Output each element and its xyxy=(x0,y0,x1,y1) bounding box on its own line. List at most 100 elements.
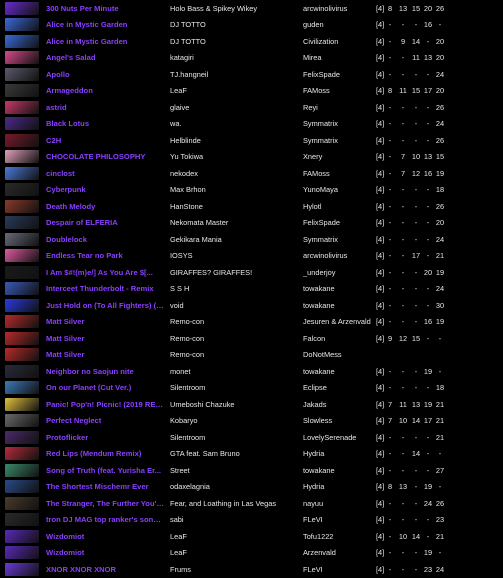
song-row[interactable]: 300 Nuts Per Minute Holo Bass & Spikey Wi… xyxy=(0,0,503,17)
song-thumbnail[interactable] xyxy=(5,331,39,345)
song-title[interactable]: 300 Nuts Per Minute xyxy=(46,4,164,13)
song-row[interactable]: XNOR XNOR XNOR Frums FLeVI [4] - - -23 24 xyxy=(0,561,503,578)
song-title[interactable]: Death Melody xyxy=(46,202,164,211)
song-thumbnail[interactable] xyxy=(5,282,39,295)
song-row[interactable]: Black Lotus wa. Symmatrix [4] - - - -24 xyxy=(0,116,503,133)
song-title[interactable]: Doublelock xyxy=(46,235,164,244)
song-title[interactable]: Red Lips (Mendum Remix) xyxy=(46,449,164,458)
song-title[interactable]: XNOR XNOR XNOR xyxy=(46,565,164,574)
song-row[interactable]: Endless Tear no Park IOSYS arcwinolivirus [… xyxy=(0,248,503,265)
song-row[interactable]: Panic! Pop'n! Picnic! (2019 REM... Umebos… xyxy=(0,396,503,413)
song-title[interactable]: On our Planet (Cut Ver.) xyxy=(46,383,164,392)
song-title[interactable]: Matt Silver xyxy=(46,334,164,343)
song-row[interactable]: Death Melody HanStone Hylotl [4] - - - -26 xyxy=(0,198,503,215)
song-row[interactable]: CHOCOLATE PHILOSOPHY Yu Tokiwa Xnery [4] -7 1… xyxy=(0,149,503,166)
song-title[interactable]: Apollo xyxy=(46,70,164,79)
song-row[interactable]: Matt Silver Remo-con Jesuren & Arzenvald [4… xyxy=(0,314,503,331)
song-thumbnail[interactable] xyxy=(5,348,39,361)
song-thumbnail[interactable] xyxy=(5,546,39,559)
song-title[interactable]: Wizdomiot xyxy=(46,532,164,541)
song-row[interactable]: Matt Silver Remo-con Falcon [4] 9 12 15- - xyxy=(0,330,503,347)
song-title[interactable]: Armageddon xyxy=(46,86,164,95)
song-title[interactable]: The Shortest Mischemr Ever xyxy=(46,482,164,491)
song-thumbnail[interactable] xyxy=(5,34,39,48)
song-row[interactable]: Perfect Neglect Kobaryo Slowless [4] 7 10 14 17… xyxy=(0,413,503,430)
song-row[interactable]: Alice in Mystic Garden DJ TOTTO guden [4] - -… xyxy=(0,17,503,34)
song-row[interactable]: Neighbor no Saojun nite monet towakane [4] -… xyxy=(0,363,503,380)
song-title[interactable]: Matt Silver xyxy=(46,317,164,326)
song-row[interactable]: Matt Silver Remo-con DoNotMess xyxy=(0,347,503,364)
song-thumbnail[interactable] xyxy=(5,67,39,81)
song-title[interactable]: Song of Truth (feat. Yurisha Er... xyxy=(46,466,164,475)
song-row[interactable]: The Stranger, The Further You'll... Fear,… xyxy=(0,495,503,512)
song-row[interactable]: Red Lips (Mendum Remix) GTA feat. Sam Bru… xyxy=(0,446,503,463)
song-thumbnail[interactable] xyxy=(5,447,39,460)
song-thumbnail[interactable] xyxy=(5,430,39,444)
song-row[interactable]: cinclost nekodex FAMoss [4] -7 12 16 19 xyxy=(0,165,503,182)
song-title[interactable]: Endless Tear no Park xyxy=(46,251,164,260)
song-thumbnail[interactable] xyxy=(5,51,39,64)
song-title[interactable]: I Am $#!(m)e/] As You Are $[... xyxy=(46,268,164,277)
song-title[interactable]: Matt Silver xyxy=(46,350,164,359)
song-title[interactable]: Interceet Thunderbolt - Remix xyxy=(46,284,164,293)
song-thumbnail[interactable] xyxy=(5,480,39,493)
song-thumbnail[interactable] xyxy=(5,298,39,312)
song-thumbnail[interactable] xyxy=(5,216,39,229)
song-thumbnail[interactable] xyxy=(5,150,39,163)
song-title[interactable]: Black Lotus xyxy=(46,119,164,128)
song-title[interactable]: Despair of ELFERIA xyxy=(46,218,164,227)
song-row[interactable]: Doublelock Gekikara Mania Symmatrix [4] - - - -… xyxy=(0,231,503,248)
song-row[interactable]: Alice in Mystic Garden DJ TOTTO Civilizati… xyxy=(0,33,503,50)
song-row[interactable]: Armageddon LeaF FAMoss [4] 8 11 15 17 20 xyxy=(0,83,503,100)
song-thumbnail[interactable] xyxy=(5,84,39,97)
song-title[interactable]: CHOCOLATE PHILOSOPHY xyxy=(46,152,164,161)
song-row[interactable]: The Shortest Mischemr Ever odaxelagnia Hyd… xyxy=(0,479,503,496)
song-title[interactable]: tron DJ MAG top ranker's song Z... xyxy=(46,515,164,524)
song-thumbnail[interactable] xyxy=(5,249,39,262)
song-row[interactable]: Angel's Salad katagiri Mirea [4] - -11 13 20 xyxy=(0,50,503,67)
song-title[interactable]: Alice in Mystic Garden xyxy=(46,20,164,29)
song-row[interactable]: astrid glaive Reyi [4] - - - -26 xyxy=(0,99,503,116)
song-row[interactable]: C2H Helblinde Symmatrix [4] - - - -26 xyxy=(0,132,503,149)
song-row[interactable]: Just Hold on (To All Fighters) (C... void… xyxy=(0,297,503,314)
song-row[interactable]: tron DJ MAG top ranker's song Z... sabi FL… xyxy=(0,512,503,529)
song-thumbnail[interactable] xyxy=(5,1,39,15)
song-thumbnail[interactable] xyxy=(5,315,39,328)
song-title[interactable]: Just Hold on (To All Fighters) (C... xyxy=(46,301,164,310)
song-thumbnail[interactable] xyxy=(5,496,39,510)
song-row[interactable]: Wizdomiot LeaF Arzenvald [4] - - -19- xyxy=(0,545,503,562)
song-title[interactable]: Protoflicker xyxy=(46,433,164,442)
song-row[interactable]: I Am $#!(m)e/] As You Are $[... GIRAFFES?… xyxy=(0,264,503,281)
song-title[interactable]: Perfect Neglect xyxy=(46,416,164,425)
song-row[interactable]: Cyberpunk Max Brhon YunoMaya [4] - - - -18 xyxy=(0,182,503,199)
song-thumbnail[interactable] xyxy=(5,117,39,130)
song-row[interactable]: On our Planet (Cut Ver.) Silentroom Eclips… xyxy=(0,380,503,397)
song-thumbnail[interactable] xyxy=(5,133,39,147)
song-row[interactable]: Despair of ELFERIA Nekomata Master FelixSp… xyxy=(0,215,503,232)
song-row[interactable]: Interceet Thunderbolt - Remix S S H towaka… xyxy=(0,281,503,298)
song-thumbnail[interactable] xyxy=(5,414,39,427)
song-thumbnail[interactable] xyxy=(5,18,39,31)
song-row[interactable]: Apollo TJ.hangneil FelixSpade [4] - - - -24 xyxy=(0,66,503,83)
song-thumbnail[interactable] xyxy=(5,100,39,114)
song-thumbnail[interactable] xyxy=(5,166,39,180)
song-thumbnail[interactable] xyxy=(5,513,39,526)
song-title[interactable]: Angel's Salad xyxy=(46,53,164,62)
song-thumbnail[interactable] xyxy=(5,232,39,246)
song-title[interactable]: cinclost xyxy=(46,169,164,178)
song-thumbnail[interactable] xyxy=(5,265,39,279)
song-row[interactable]: Protoflicker Silentroom LovelySerenade [4] -… xyxy=(0,429,503,446)
song-thumbnail[interactable] xyxy=(5,562,39,576)
song-title[interactable]: Neighbor no Saojun nite xyxy=(46,367,164,376)
song-title[interactable]: Alice in Mystic Garden xyxy=(46,37,164,46)
song-thumbnail[interactable] xyxy=(5,463,39,477)
song-thumbnail[interactable] xyxy=(5,364,39,378)
song-thumbnail[interactable] xyxy=(5,397,39,411)
song-thumbnail[interactable] xyxy=(5,199,39,213)
song-row[interactable]: Wizdomiot LeaF Tofu1222 [4] -10 14-21 xyxy=(0,528,503,545)
song-title[interactable]: C2H xyxy=(46,136,164,145)
song-title[interactable]: Wizdomiot xyxy=(46,548,164,557)
song-title[interactable]: The Stranger, The Further You'll... xyxy=(46,499,164,508)
song-thumbnail[interactable] xyxy=(5,183,39,196)
song-title[interactable]: Cyberpunk xyxy=(46,185,164,194)
